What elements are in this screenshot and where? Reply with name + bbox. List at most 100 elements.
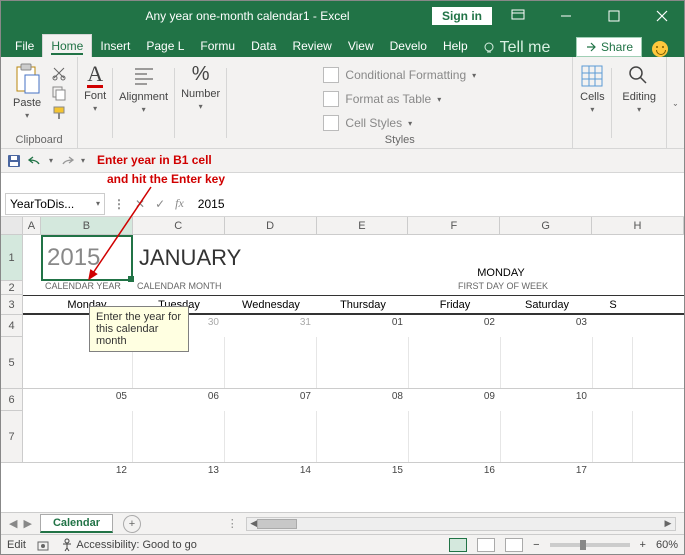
macro-record-icon[interactable] [36, 538, 50, 552]
cell-b1-year[interactable]: 2015 [41, 235, 133, 281]
date-cell[interactable]: 05 [41, 389, 133, 411]
tab-file[interactable]: File [7, 35, 42, 57]
status-bar: Edit Accessibility: Good to go − + 60% [1, 534, 684, 554]
date-cell[interactable]: 02 [409, 315, 501, 337]
number-button[interactable]: % Number▾ [179, 61, 222, 113]
row-header[interactable]: 7 [1, 411, 22, 463]
zoom-out-button[interactable]: − [533, 539, 539, 551]
select-all-corner[interactable] [1, 217, 23, 234]
date-cell[interactable]: 31 [225, 315, 317, 337]
name-box[interactable]: YearToDis... ▾ [5, 193, 105, 215]
accessibility-status[interactable]: Accessibility: Good to go [60, 538, 197, 552]
date-cell[interactable]: 06 [133, 389, 225, 411]
date-cell[interactable]: 12 [41, 463, 133, 485]
redo-dropdown[interactable]: ▾ [81, 156, 85, 165]
view-page-break-button[interactable] [505, 538, 523, 552]
view-normal-button[interactable] [449, 538, 467, 552]
sheet-tab-calendar[interactable]: Calendar [40, 514, 113, 533]
col-header[interactable]: A [23, 217, 41, 234]
share-button[interactable]: Share [576, 37, 642, 57]
tab-home[interactable]: Home [42, 34, 92, 57]
date-cell[interactable]: 16 [409, 463, 501, 485]
cell-styles-button[interactable]: Cell Styles▾ [319, 113, 416, 133]
date-cell[interactable]: 10 [501, 389, 593, 411]
cancel-icon[interactable]: ✕ [135, 197, 145, 211]
maximize-button[interactable] [592, 1, 636, 31]
feedback-smiley-icon[interactable] [652, 41, 668, 57]
tab-help[interactable]: Help [435, 35, 476, 57]
cells-button[interactable]: Cells▾ [577, 61, 607, 116]
tell-me[interactable]: Tell me [476, 39, 557, 57]
minimize-button[interactable] [544, 1, 588, 31]
annotation-text-2: and hit the Enter key [107, 173, 225, 186]
col-header[interactable]: H [592, 217, 684, 234]
sign-in-button[interactable]: Sign in [432, 7, 492, 25]
col-header[interactable]: E [317, 217, 409, 234]
new-sheet-button[interactable]: + [123, 515, 141, 533]
cells-icon [579, 63, 605, 89]
cell-firstday[interactable]: MONDAY [409, 235, 593, 281]
col-header[interactable]: F [408, 217, 500, 234]
formula-input[interactable]: 2015 [192, 197, 684, 211]
paste-button[interactable]: Paste ▾ [11, 61, 43, 122]
tab-developer[interactable]: Develo [382, 35, 435, 57]
horizontal-scrollbar[interactable]: ◀ ▶ [246, 517, 676, 531]
ribbon-display-options[interactable] [496, 1, 540, 31]
date-cell[interactable]: 03 [501, 315, 593, 337]
col-header[interactable]: G [500, 217, 592, 234]
alignment-button[interactable]: Alignment▾ [117, 61, 170, 116]
collapse-ribbon-button[interactable]: ⌃ [666, 57, 684, 148]
cut-icon[interactable] [51, 65, 67, 81]
row-header[interactable]: 3 [1, 295, 22, 315]
enter-icon[interactable]: ✓ [155, 197, 165, 211]
date-cell[interactable]: 17 [501, 463, 593, 485]
date-cell[interactable]: 08 [317, 389, 409, 411]
undo-icon[interactable] [27, 154, 43, 168]
redo-icon[interactable] [59, 154, 75, 168]
col-header[interactable]: D [225, 217, 317, 234]
zoom-slider[interactable] [550, 543, 630, 547]
scrollbar-thumb[interactable] [257, 519, 297, 529]
save-icon[interactable] [7, 154, 21, 168]
fill-handle[interactable] [128, 276, 134, 282]
col-header[interactable]: C [133, 217, 225, 234]
date-cell[interactable]: 09 [409, 389, 501, 411]
sheet-tab-bar: ◀ ▶ Calendar + ⋮ ◀ ▶ [1, 512, 684, 534]
row-header[interactable]: 6 [1, 389, 22, 411]
tab-formulas[interactable]: Formu [192, 35, 243, 57]
undo-dropdown[interactable]: ▾ [49, 156, 53, 165]
date-cell[interactable]: 15 [317, 463, 409, 485]
fx-icon[interactable]: fx [175, 196, 184, 211]
format-as-table-button[interactable]: Format as Table▾ [319, 89, 445, 109]
status-mode: Edit [7, 539, 26, 551]
close-button[interactable] [640, 1, 684, 31]
row-header[interactable]: 4 [1, 315, 22, 337]
date-cell[interactable]: 13 [133, 463, 225, 485]
zoom-in-button[interactable]: + [640, 539, 646, 551]
zoom-level[interactable]: 60% [656, 539, 678, 551]
sheet-nav-next[interactable]: ▶ [23, 517, 31, 530]
date-cell[interactable]: 07 [225, 389, 317, 411]
tab-data[interactable]: Data [243, 35, 284, 57]
sheet-nav-prev[interactable]: ◀ [9, 517, 17, 530]
date-cell[interactable]: 14 [225, 463, 317, 485]
row-header[interactable]: 1 [1, 235, 22, 281]
view-page-layout-button[interactable] [477, 538, 495, 552]
tab-insert[interactable]: Insert [92, 35, 138, 57]
annotation-text: Enter year in B1 cell [97, 154, 212, 167]
cell-month[interactable]: JANUARY [133, 235, 317, 281]
col-header[interactable]: B [41, 217, 133, 234]
tab-review[interactable]: Review [284, 35, 339, 57]
conditional-formatting-button[interactable]: Conditional Formatting▾ [319, 65, 480, 85]
row-header[interactable]: 2 [1, 281, 22, 295]
row-header[interactable]: 5 [1, 337, 22, 389]
tab-view[interactable]: View [340, 35, 382, 57]
formula-bar: YearToDis... ▾ ⋮ ✕ ✓ fx 2015 [1, 191, 684, 217]
format-painter-icon[interactable] [51, 105, 67, 121]
copy-icon[interactable] [51, 85, 67, 101]
worksheet-grid[interactable]: 1 2 3 4 5 6 7 2015 JANUARY MONDAY CALEND… [1, 235, 684, 495]
editing-button[interactable]: Editing▾ [620, 61, 658, 116]
date-cell[interactable]: 01 [317, 315, 409, 337]
font-button[interactable]: A Font▾ [82, 61, 108, 115]
tab-page-layout[interactable]: Page L [138, 35, 192, 57]
